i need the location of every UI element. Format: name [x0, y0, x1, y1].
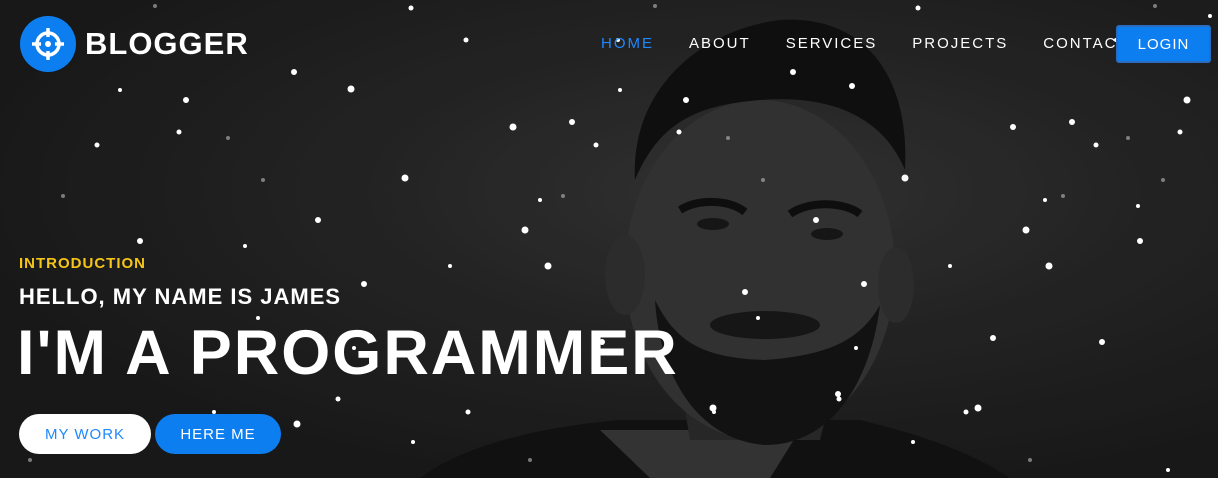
main-nav: HOME ABOUT SERVICES PROJECTS CONTACT	[601, 35, 1164, 52]
hero-headline: I'M A PROGRAMMER	[17, 318, 679, 388]
my-work-button[interactable]: MY WORK	[19, 414, 151, 454]
nav-services[interactable]: SERVICES	[786, 35, 878, 52]
nav-projects[interactable]: PROJECTS	[912, 35, 1008, 52]
login-button[interactable]: LOGIN	[1116, 25, 1211, 63]
hero-eyebrow: INTRODUCTION	[19, 255, 146, 272]
hero-greeting: HELLO, MY NAME IS JAMES	[19, 284, 342, 309]
crosshair-icon	[20, 16, 76, 72]
nav-about[interactable]: ABOUT	[689, 35, 751, 52]
nav-home[interactable]: HOME	[601, 35, 654, 52]
hire-me-button[interactable]: HERE ME	[155, 414, 281, 454]
brand-name: BLOGGER	[85, 26, 249, 61]
brand-logo[interactable]: BLOGGER	[20, 16, 249, 72]
